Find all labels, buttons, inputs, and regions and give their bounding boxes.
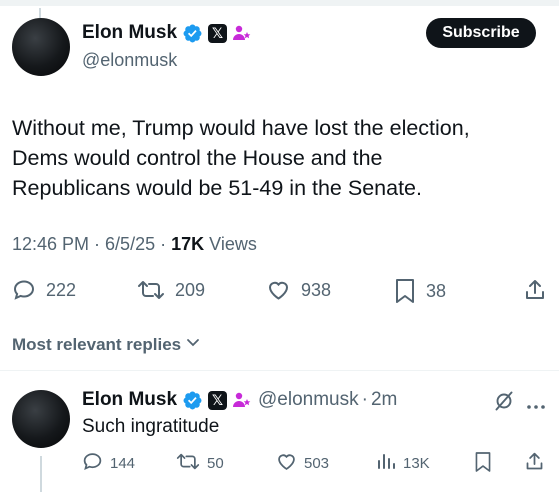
bookmark-icon (474, 451, 492, 477)
subscribe-button[interactable]: Subscribe (426, 18, 536, 48)
tweet-date[interactable]: 6/5/25 (105, 234, 155, 254)
affiliate-person-icon (232, 390, 252, 410)
section-divider (0, 370, 559, 371)
reply-like-button[interactable]: 503 (276, 451, 329, 476)
tweet-meta: 12:46 PM · 6/5/25 · 17K Views (12, 234, 257, 255)
meta-separator: · (155, 234, 172, 254)
replies-sort-label: Most relevant replies (12, 334, 182, 354)
chevron-down-icon (181, 334, 201, 355)
share-button[interactable] (523, 278, 547, 302)
reply-author-avatar[interactable] (12, 390, 70, 448)
reply-repost-count: 50 (207, 455, 224, 472)
verified-badge-icon (182, 390, 203, 411)
bookmark-count: 38 (426, 280, 447, 301)
replies-sort-dropdown[interactable]: Most relevant replies (12, 334, 201, 355)
reply-age[interactable]: 2m (371, 389, 397, 411)
tweet-text-line: Republicans would be 51-49 in the Senate… (12, 176, 422, 200)
views-label: Views (209, 234, 257, 254)
reply-reply-count: 144 (110, 455, 136, 472)
x-affiliate-icon: 𝕏 (208, 23, 228, 43)
reply-views-button[interactable]: 13K (376, 451, 430, 475)
reply-icon (12, 278, 36, 302)
bookmark-icon (394, 278, 416, 304)
author-avatar[interactable] (12, 18, 70, 76)
x-affiliate-icon: 𝕏 (208, 390, 228, 410)
tweet-text-line: Dems would control the House and the (12, 146, 383, 170)
verified-badge-icon (182, 23, 203, 44)
author-handle[interactable]: @elonmusk (82, 50, 177, 71)
reply-repost-button[interactable]: 50 (176, 451, 224, 476)
like-icon (266, 278, 291, 302)
views-icon (376, 451, 396, 475)
reply-count: 222 (46, 279, 77, 300)
bookmark-button[interactable]: 38 (394, 278, 446, 304)
reply-share-button[interactable] (524, 451, 545, 476)
like-button[interactable]: 938 (266, 278, 331, 302)
author-name[interactable]: Elon Musk (82, 22, 177, 44)
thread-line-top (39, 8, 41, 18)
tweet-time[interactable]: 12:46 PM (12, 234, 89, 254)
repost-button[interactable]: 209 (137, 278, 205, 302)
tweet-text: Without me, Trump would have lost the el… (12, 113, 547, 203)
reply-thread-line (40, 456, 42, 492)
grok-icon[interactable] (493, 390, 515, 417)
like-count: 938 (301, 279, 332, 300)
reply-button[interactable]: 222 (12, 278, 76, 302)
reply-author-name[interactable]: Elon Musk (82, 389, 177, 411)
tweet-text-line: Without me, Trump would have lost the el… (12, 116, 470, 140)
reply-text: Such ingratitude (82, 416, 220, 437)
reply-bookmark-button[interactable] (474, 451, 492, 477)
reply-views-count: 13K (403, 454, 430, 472)
repost-icon (137, 278, 165, 302)
repost-icon (176, 451, 200, 476)
reply-name-row: Elon Musk 𝕏 @elonmusk · 2m (82, 389, 397, 411)
reply-handle[interactable]: @elonmusk (258, 389, 359, 411)
share-icon (523, 278, 547, 302)
author-name-row: Elon Musk 𝕏 (82, 22, 252, 44)
reply-icon (82, 451, 103, 476)
more-icon[interactable] (526, 397, 546, 415)
like-icon (276, 451, 297, 476)
top-separator (0, 0, 559, 6)
reply-separator: · (361, 389, 368, 410)
reply-reply-button[interactable]: 144 (82, 451, 135, 476)
meta-separator: · (89, 234, 106, 254)
share-icon (524, 451, 545, 476)
reply-like-count: 503 (304, 455, 330, 472)
views-count: 17K (171, 234, 205, 254)
repost-count: 209 (175, 279, 206, 300)
affiliate-person-icon (232, 23, 252, 43)
